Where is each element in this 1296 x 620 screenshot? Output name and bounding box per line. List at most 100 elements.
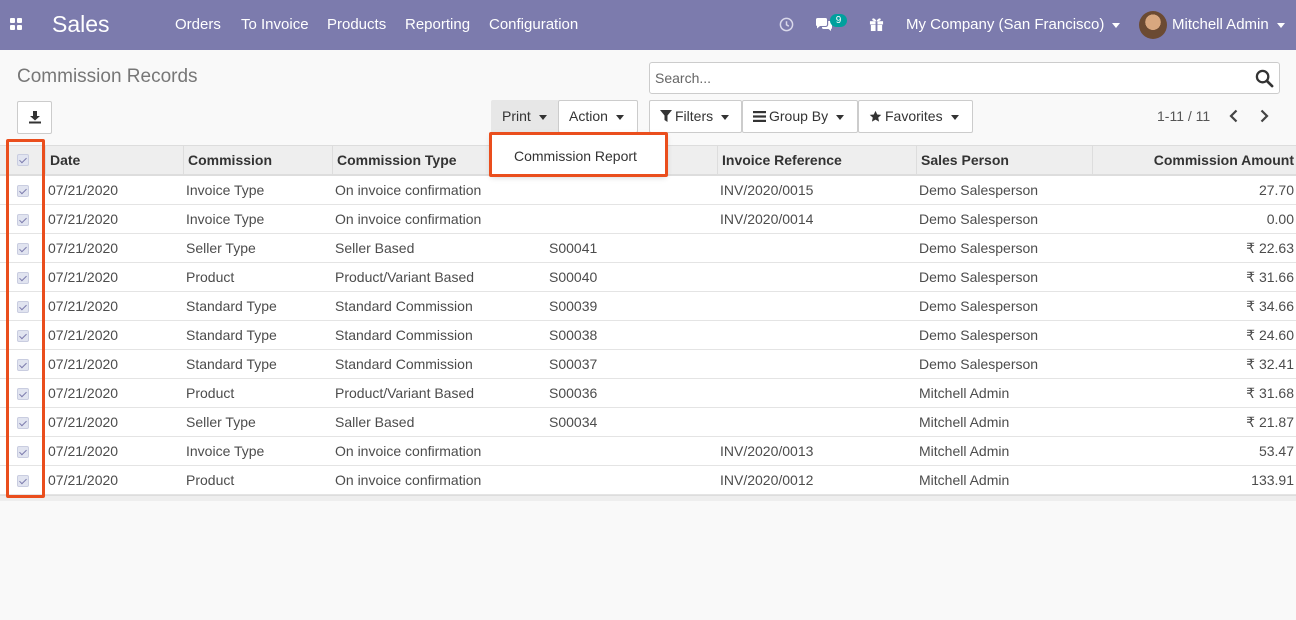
table-row[interactable]: 07/21/2020 Standard Type Standard Commissi…: [0, 350, 1296, 379]
menu-reporting[interactable]: Reporting: [405, 16, 470, 33]
column-header-sales-person[interactable]: Sales Person: [916, 146, 1092, 175]
cell-commission-amount: ₹ 34.66: [1246, 298, 1294, 314]
cell-commission-amount: ₹ 21.87: [1246, 414, 1294, 430]
cell-commission: Seller Type: [186, 414, 256, 430]
caret-down-icon: [538, 114, 547, 120]
table-row[interactable]: 07/21/2020 Invoice Type On invoice confirm…: [0, 437, 1296, 466]
table-row[interactable]: 07/21/2020 Standard Type Standard Commissi…: [0, 292, 1296, 321]
clock-icon[interactable]: [779, 17, 794, 32]
cell-commission-amount: ₹ 22.63: [1246, 240, 1294, 256]
filters-label: Filters: [675, 108, 714, 124]
cell-commission-type: Standard Commission: [335, 356, 473, 372]
cell-sales-person: Demo Salesperson: [919, 211, 1039, 227]
table-row[interactable]: 07/21/2020 Standard Type Standard Commissi…: [0, 321, 1296, 350]
cell-sales-person: Mitchell Admin: [919, 414, 1010, 430]
pager-value[interactable]: 1-11 / 11: [1157, 108, 1210, 124]
cell-date: 07/21/2020: [48, 240, 119, 256]
table-row[interactable]: 07/21/2020 Seller Type Seller Based S00041 D…: [0, 234, 1296, 263]
menu-orders[interactable]: Orders: [175, 16, 221, 33]
print-button[interactable]: Print: [491, 100, 559, 133]
favorites-button[interactable]: Favorites: [858, 100, 973, 133]
menu-products[interactable]: Products: [327, 16, 386, 33]
star-icon: [869, 110, 882, 122]
caret-down-icon: [615, 114, 624, 120]
cell-order: S00038: [549, 327, 598, 343]
cell-commission-amount: ₹ 32.41: [1246, 356, 1294, 372]
caret-down-icon: [1276, 22, 1285, 28]
cell-commission: Product: [186, 472, 235, 488]
table-row[interactable]: 07/21/2020 Invoice Type On invoice confirm…: [0, 176, 1296, 205]
user-avatar[interactable]: [1139, 11, 1167, 39]
cell-sales-person: Mitchell Admin: [919, 472, 1010, 488]
cell-commission: Seller Type: [186, 240, 256, 256]
search-icon[interactable]: [1255, 69, 1274, 88]
cell-sales-person: Demo Salesperson: [919, 356, 1039, 372]
list-icon: [753, 111, 766, 122]
cell-date: 07/21/2020: [48, 269, 119, 285]
cell-invoice-reference: INV/2020/0014: [720, 211, 814, 227]
download-icon: [29, 111, 41, 124]
user-name: Mitchell Admin: [1172, 16, 1269, 33]
print-menu-highlight: [489, 132, 668, 177]
chevron-left-icon[interactable]: [1228, 109, 1240, 123]
app-name[interactable]: Sales: [52, 11, 110, 38]
page-title: Commission Records: [17, 66, 198, 87]
cell-commission-amount: ₹ 24.60: [1246, 327, 1294, 343]
cell-commission-type: Standard Commission: [335, 327, 473, 343]
chevron-right-icon[interactable]: [1258, 109, 1270, 123]
cell-commission-type: Standard Commission: [335, 298, 473, 314]
group-by-button[interactable]: Group By: [742, 100, 858, 133]
cell-date: 07/21/2020: [48, 472, 119, 488]
cell-commission-amount: 27.70: [1258, 182, 1294, 198]
gift-icon[interactable]: [869, 16, 884, 32]
cell-date: 07/21/2020: [48, 443, 119, 459]
table-row[interactable]: 07/21/2020 Product On invoice confirmation…: [0, 466, 1296, 495]
caret-down-icon: [1112, 22, 1121, 28]
caret-down-icon: [721, 114, 730, 120]
cell-sales-person: Demo Salesperson: [919, 327, 1039, 343]
cell-date: 07/21/2020: [48, 327, 119, 343]
search-input[interactable]: [655, 69, 1245, 87]
table-footer: [0, 495, 1296, 501]
cell-commission-amount: ₹ 31.68: [1246, 385, 1294, 401]
user-menu[interactable]: Mitchell Admin: [1172, 16, 1285, 33]
cell-commission-type: Saller Based: [335, 414, 415, 430]
group-by-label: Group By: [769, 108, 829, 124]
cell-sales-person: Demo Salesperson: [919, 182, 1039, 198]
company-switcher[interactable]: My Company (San Francisco): [906, 16, 1121, 33]
cell-commission: Invoice Type: [186, 182, 265, 198]
cell-commission-amount: 0.00: [1266, 211, 1294, 227]
cell-commission-type: Seller Based: [335, 240, 415, 256]
table-row[interactable]: 07/21/2020 Invoice Type On invoice confirm…: [0, 205, 1296, 234]
cell-order: S00039: [549, 298, 598, 314]
cell-commission-amount: ₹ 31.66: [1246, 269, 1294, 285]
checkbox-column-highlight: [6, 139, 45, 498]
cell-commission-type: Product/Variant Based: [335, 269, 475, 285]
column-header-invoice-reference[interactable]: Invoice Reference: [717, 146, 916, 175]
export-button[interactable]: [17, 101, 52, 134]
cell-order: S00037: [549, 356, 598, 372]
filters-button[interactable]: Filters: [649, 100, 742, 133]
table-row[interactable]: 07/21/2020 Product Product/Variant Based S0…: [0, 263, 1296, 292]
filter-icon: [660, 110, 672, 122]
cell-commission-type: On invoice confirmation: [335, 443, 482, 459]
column-header-date[interactable]: Date: [45, 146, 183, 175]
company-name: My Company (San Francisco): [906, 16, 1105, 33]
menu-configuration[interactable]: Configuration: [489, 16, 578, 33]
menu-to-invoice[interactable]: To Invoice: [241, 16, 309, 33]
table-row[interactable]: 07/21/2020 Seller Type Saller Based S00034 M…: [0, 408, 1296, 437]
chat-count-badge: 9: [830, 14, 847, 27]
cell-sales-person: Demo Salesperson: [919, 298, 1039, 314]
action-button[interactable]: Action: [558, 100, 638, 133]
cell-invoice-reference: INV/2020/0015: [720, 182, 814, 198]
table-row[interactable]: 07/21/2020 Product Product/Variant Based S0…: [0, 379, 1296, 408]
column-header-commission[interactable]: Commission: [183, 146, 332, 175]
cell-commission-amount: 133.91: [1251, 472, 1294, 488]
cell-commission-type: Product/Variant Based: [335, 385, 475, 401]
caret-down-icon: [950, 114, 959, 120]
apps-grid-icon[interactable]: [10, 18, 24, 32]
cell-invoice-reference: INV/2020/0012: [720, 472, 814, 488]
top-navbar: Sales Orders To Invoice Products Reporti…: [0, 0, 1296, 50]
cell-commission: Invoice Type: [186, 443, 265, 459]
column-header-commission-amount[interactable]: Commission Amount: [1092, 146, 1296, 175]
